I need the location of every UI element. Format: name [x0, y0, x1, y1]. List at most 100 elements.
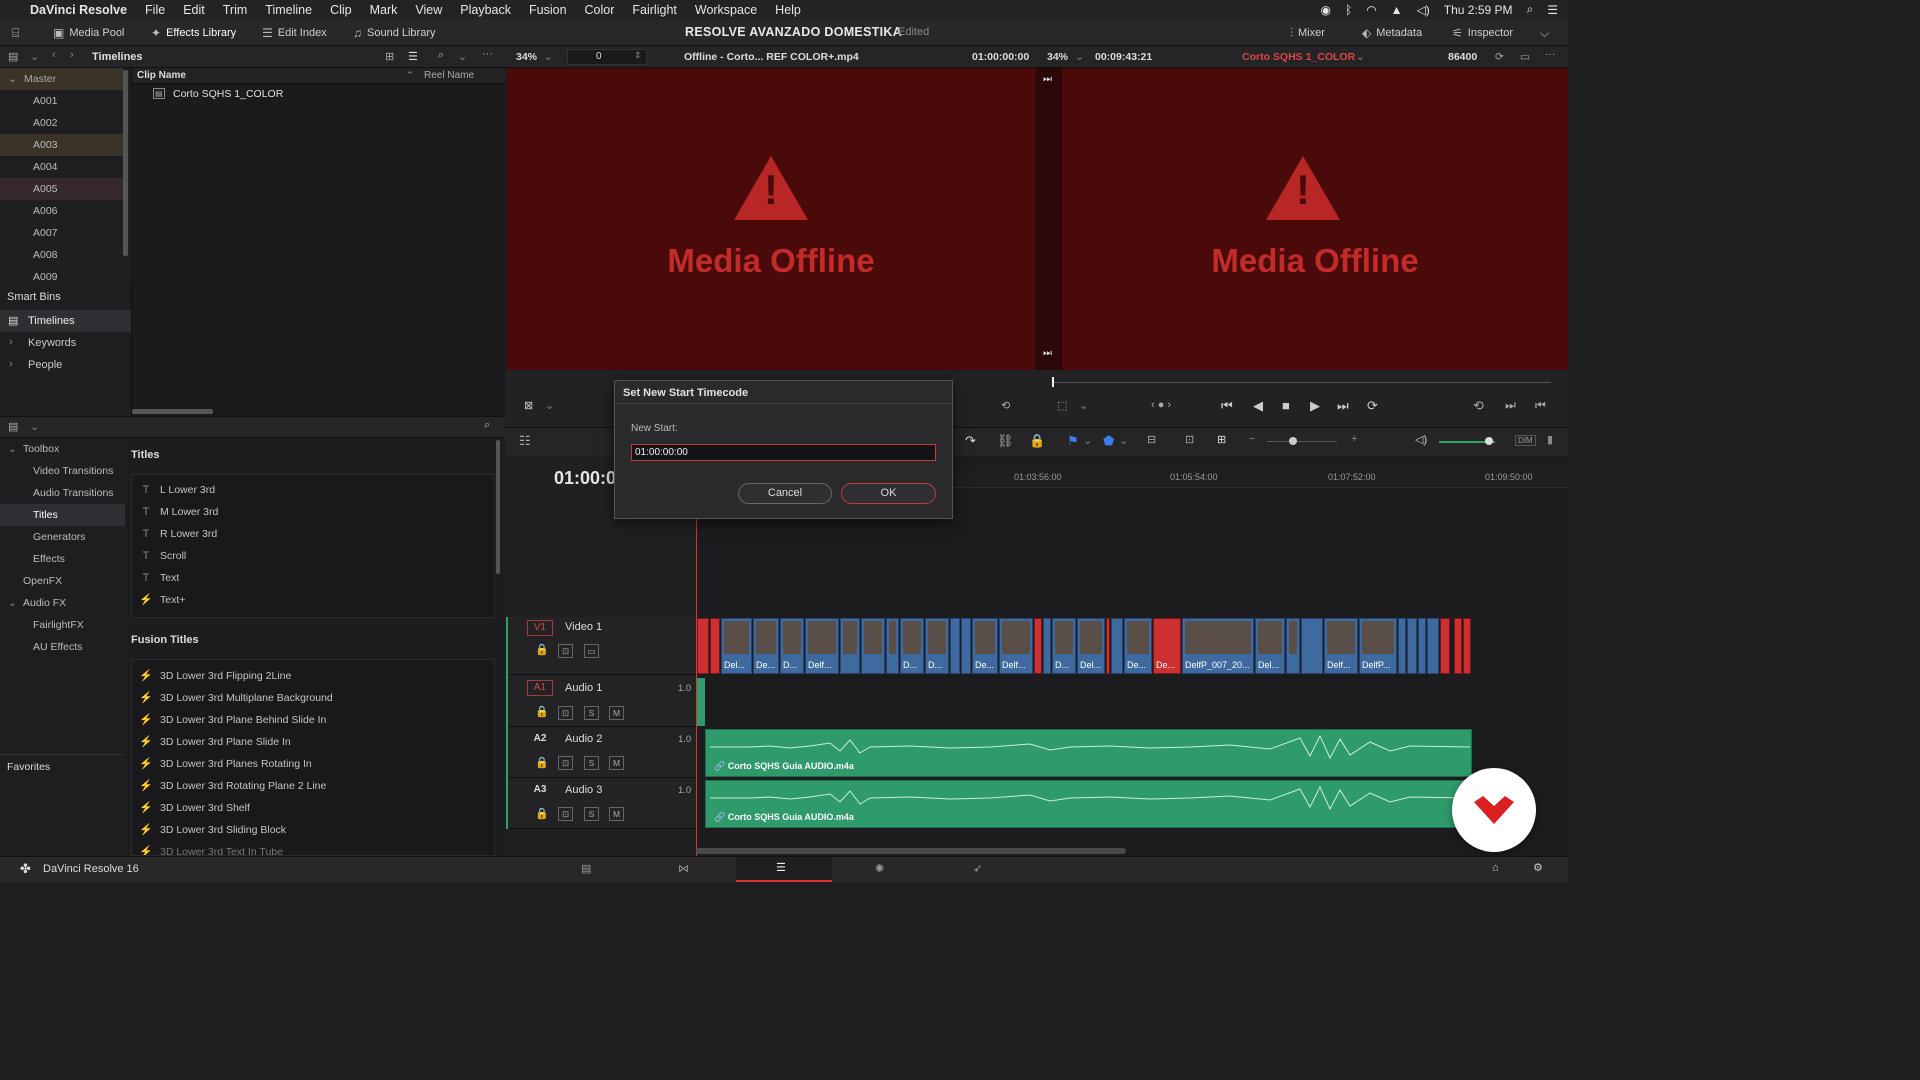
video-clip[interactable] — [1043, 618, 1051, 674]
chevron-down-icon[interactable]: ⌄ — [545, 399, 554, 412]
auto-select-icon[interactable]: ⊡ — [558, 807, 573, 821]
mute-button[interactable]: M — [609, 756, 624, 770]
tree-toolbox[interactable]: Toolbox — [23, 443, 59, 455]
media-pool-button[interactable]: ▣ Media Pool — [53, 24, 124, 42]
loop-playback-icon[interactable]: ⟳ — [1367, 398, 1378, 414]
video-clip[interactable]: De... — [1124, 618, 1152, 674]
fusion-title-item[interactable]: ⚡ 3D Lower 3rd Rotating Plane 2 Line — [132, 775, 326, 797]
transform-icon[interactable]: ⬚ — [1057, 399, 1067, 412]
video-clip[interactable]: Del... — [721, 618, 752, 674]
expand-icon[interactable]: ⌵ — [1540, 24, 1549, 42]
chevron-down-icon[interactable]: ⌄ — [1083, 434, 1092, 447]
back-icon[interactable]: ‹ — [52, 49, 56, 61]
deliver-page-icon[interactable]: ➶ — [973, 862, 982, 875]
track-id[interactable]: A1 — [527, 680, 553, 696]
video-clip[interactable]: D... — [900, 618, 924, 674]
next-clip-icon[interactable]: ⏭ — [1043, 348, 1052, 359]
menu-mark[interactable]: Mark — [370, 3, 398, 17]
marker-icon[interactable]: ⬟ — [1103, 433, 1114, 449]
offline-clip[interactable] — [697, 618, 709, 674]
lock-icon[interactable]: 🔒 — [1029, 433, 1045, 449]
scrubber-track[interactable] — [1053, 382, 1551, 383]
sort-up-icon[interactable]: ⌃ — [406, 70, 414, 81]
auto-select-icon[interactable]: ⊡ — [558, 644, 573, 658]
bin-item[interactable]: A009 — [0, 266, 123, 285]
fusion-title-item[interactable]: ⚡ 3D Lower 3rd Sliding Block — [132, 819, 286, 841]
menu-fusion[interactable]: Fusion — [529, 3, 567, 17]
column-reel-name[interactable]: Reel Name — [424, 70, 474, 81]
menu-help[interactable]: Help — [775, 3, 801, 17]
title-item[interactable]: ⚡ Text+ — [132, 589, 185, 611]
snapping-icon[interactable]: ↷ — [965, 433, 976, 449]
video-clip[interactable]: De... — [753, 618, 779, 674]
lock-icon[interactable]: 🔒 — [535, 807, 549, 820]
track-id[interactable]: A3 — [527, 782, 553, 798]
list-view-icon[interactable]: ☰ — [408, 50, 418, 63]
offline-clip[interactable] — [1106, 618, 1110, 674]
offline-clip[interactable] — [1034, 618, 1042, 674]
menu-file[interactable]: File — [145, 3, 165, 17]
smart-bin-timelines[interactable]: ▤ Timelines — [0, 310, 131, 332]
bluetooth-icon[interactable]: ᛒ — [1345, 3, 1352, 17]
source-zoom[interactable]: 34% — [516, 51, 537, 63]
volume-slider-thumb[interactable] — [1485, 437, 1493, 445]
inspector-button[interactable]: ⚟ Inspector — [1452, 24, 1513, 42]
bin-scrollbar[interactable] — [123, 70, 128, 256]
video-clip[interactable] — [961, 618, 971, 674]
clip-filter-icon[interactable]: ⊠ — [524, 399, 533, 412]
volume-icon[interactable]: ◁) — [1417, 3, 1430, 17]
more-icon[interactable]: ··· — [1545, 48, 1556, 60]
tree-au-effects[interactable]: AU Effects — [33, 641, 82, 653]
menu-fairlight[interactable]: Fairlight — [632, 3, 676, 17]
ok-button[interactable]: OK — [841, 483, 936, 504]
go-to-end-icon[interactable]: ⏭ — [1337, 398, 1349, 414]
video-clip[interactable]: DelfP... — [1359, 618, 1397, 674]
settings-gear-icon[interactable]: ⚙ — [1533, 861, 1543, 874]
clock[interactable]: Thu 2:59 PM — [1444, 3, 1513, 17]
offline-clip[interactable] — [710, 618, 720, 674]
play-icon[interactable]: ▶ — [1310, 398, 1320, 414]
tree-audio-transitions[interactable]: Audio Transitions — [33, 487, 114, 499]
sidebar-toggle-icon[interactable]: ▤ — [8, 50, 18, 63]
chevron-down-icon[interactable]: ⌄ — [1079, 399, 1088, 412]
effects-scrollbar[interactable] — [496, 440, 500, 574]
chevron-down-icon[interactable]: ⌄ — [30, 50, 39, 63]
zoom-in-icon[interactable]: + — [1351, 433, 1357, 445]
bin-item[interactable]: A006 — [0, 200, 123, 222]
reverse-icon[interactable]: ◀ — [1253, 398, 1263, 414]
smart-bin-keywords[interactable]: › Keywords — [0, 332, 131, 354]
fusion-title-item[interactable]: ⚡ 3D Lower 3rd Planes Rotating In — [132, 753, 312, 775]
bin-item[interactable]: A004 — [0, 156, 123, 178]
next-edit-icon[interactable]: ⏮ — [1535, 398, 1546, 413]
more-icon[interactable]: ··· — [482, 48, 493, 60]
spotlight-icon[interactable]: ⌕ — [1527, 2, 1534, 17]
zoom-slider-thumb[interactable] — [1289, 437, 1297, 445]
chevron-down-icon[interactable]: ⌄ — [1075, 51, 1084, 63]
stop-icon[interactable]: ■ — [1282, 398, 1290, 413]
track-name[interactable]: Audio 2 — [565, 733, 602, 745]
zoom-full-icon[interactable]: ⊟ — [1147, 433, 1156, 446]
mute-button[interactable]: M — [609, 706, 624, 720]
timeline-selector[interactable]: Corto SQHS 1_COLOR — [1242, 51, 1355, 63]
column-clip-name[interactable]: Clip Name — [137, 70, 186, 81]
media-page-icon[interactable]: ▤ — [581, 862, 591, 875]
video-clip[interactable]: D... — [1052, 618, 1076, 674]
app-menu[interactable]: DaVinci Resolve — [30, 3, 127, 17]
track-id[interactable]: A2 — [527, 731, 553, 747]
chevron-down-icon[interactable]: ⌄ — [1119, 434, 1128, 447]
menu-edit[interactable]: Edit — [183, 3, 205, 17]
control-center-icon[interactable]: ☰ — [1547, 3, 1558, 17]
grid-view-icon[interactable]: ⊞ — [385, 50, 394, 63]
bin-master[interactable]: ⌄ Master — [0, 68, 123, 90]
edit-page-tab[interactable]: ☰ — [736, 857, 832, 882]
fusion-title-item[interactable]: ⚡ 3D Lower 3rd Plane Behind Slide In — [132, 709, 326, 731]
audio-clip[interactable] — [697, 678, 705, 726]
video-clip[interactable] — [1301, 618, 1323, 674]
effects-library-button[interactable]: ✦ Effects Library — [151, 24, 236, 42]
source-viewer[interactable]: ! Media Offline — [507, 68, 1035, 370]
lock-icon[interactable]: 🔒 — [535, 643, 549, 656]
record-icon[interactable]: ◉ — [1321, 3, 1331, 17]
home-icon[interactable]: ⌂ — [1492, 862, 1499, 874]
link-icon[interactable]: ⛓ — [997, 433, 1014, 449]
video-clip[interactable]: Delf... — [805, 618, 839, 674]
